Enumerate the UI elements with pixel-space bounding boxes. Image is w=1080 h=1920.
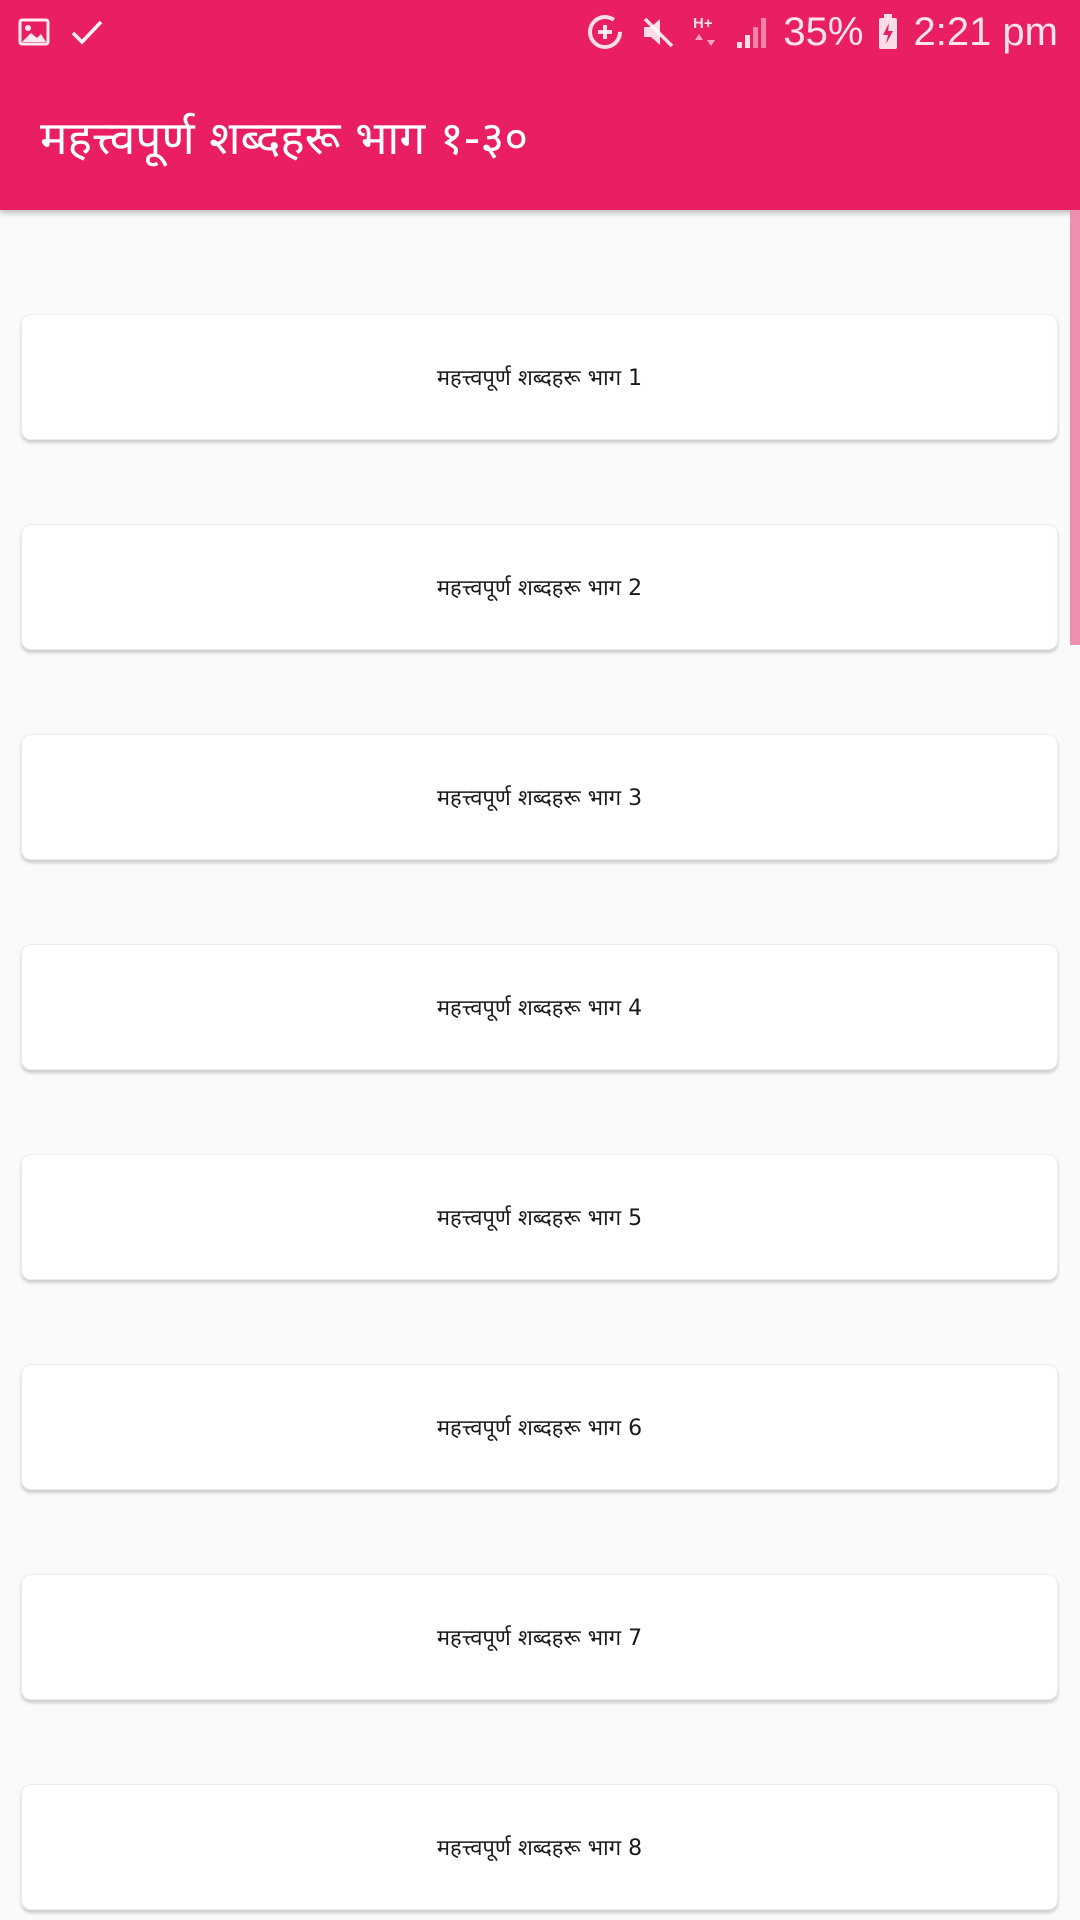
list-item[interactable]: महत्त्वपूर्ण शब्दहरू भाग 6 (21, 1364, 1058, 1490)
hplus-network-icon: H+ (691, 12, 721, 52)
list-item-label: महत्त्वपूर्ण शब्दहरू भाग 4 (436, 996, 643, 1021)
list-item[interactable]: महत्त्वपूर्ण शब्दहरू भाग 4 (21, 944, 1058, 1070)
status-bar-right: H+ 35% 2:21 pm (585, 6, 1058, 58)
svg-text:H+: H+ (693, 15, 713, 32)
clock: 2:21 pm (913, 10, 1058, 54)
list-item-label: महत्त्वपूर्ण शब्दहरू भाग 8 (436, 1836, 643, 1861)
mute-icon (639, 13, 677, 51)
list-item[interactable]: महत्त्वपूर्ण शब्दहरू भाग 2 (21, 524, 1058, 650)
status-bar-left (18, 12, 104, 52)
list-item-label: महत्त्वपूर्ण शब्दहरू भाग 5 (436, 1206, 643, 1231)
signal-icon (735, 14, 769, 50)
data-saver-icon (585, 12, 625, 52)
screen: H+ 35% 2:21 pm महत्त्वपूर्ण शब्दहरू भाग … (0, 0, 1080, 1920)
list-item-label: महत्त्वपूर्ण शब्दहरू भाग 6 (436, 1416, 643, 1441)
lesson-list: महत्त्वपूर्ण शब्दहरू भाग 1 महत्त्वपूर्ण … (0, 210, 1080, 1920)
list-item[interactable]: महत्त्वपूर्ण शब्दहरू भाग 5 (21, 1154, 1058, 1280)
battery-percent: 35% (783, 10, 864, 54)
list-item-label: महत्त्वपूर्ण शब्दहरू भाग 1 (436, 366, 643, 391)
status-bar: H+ 35% 2:21 pm (0, 0, 1080, 64)
scrollbar[interactable] (1070, 210, 1080, 645)
list-item-label: महत्त्वपूर्ण शब्दहरू भाग 3 (436, 786, 643, 811)
list-item[interactable]: महत्त्वपूर्ण शब्दहरू भाग 8 (21, 1784, 1058, 1910)
page-title: महत्त्वपूर्ण शब्दहरू भाग १-३० (40, 111, 529, 165)
list-item[interactable]: महत्त्वपूर्ण शब्दहरू भाग 1 (21, 314, 1058, 440)
list-item-label: महत्त्वपूर्ण शब्दहरू भाग 7 (436, 1626, 643, 1651)
check-icon (70, 17, 104, 47)
list-item-label: महत्त्वपूर्ण शब्दहरू भाग 2 (436, 576, 643, 601)
list-item[interactable]: महत्त्वपूर्ण शब्दहरू भाग 7 (21, 1574, 1058, 1700)
app-bar: H+ 35% 2:21 pm महत्त्वपूर्ण शब्दहरू भाग … (0, 0, 1080, 210)
image-icon (18, 16, 50, 48)
list-item[interactable]: महत्त्वपूर्ण शब्दहरू भाग 3 (21, 734, 1058, 860)
battery-charging-icon (877, 13, 899, 51)
